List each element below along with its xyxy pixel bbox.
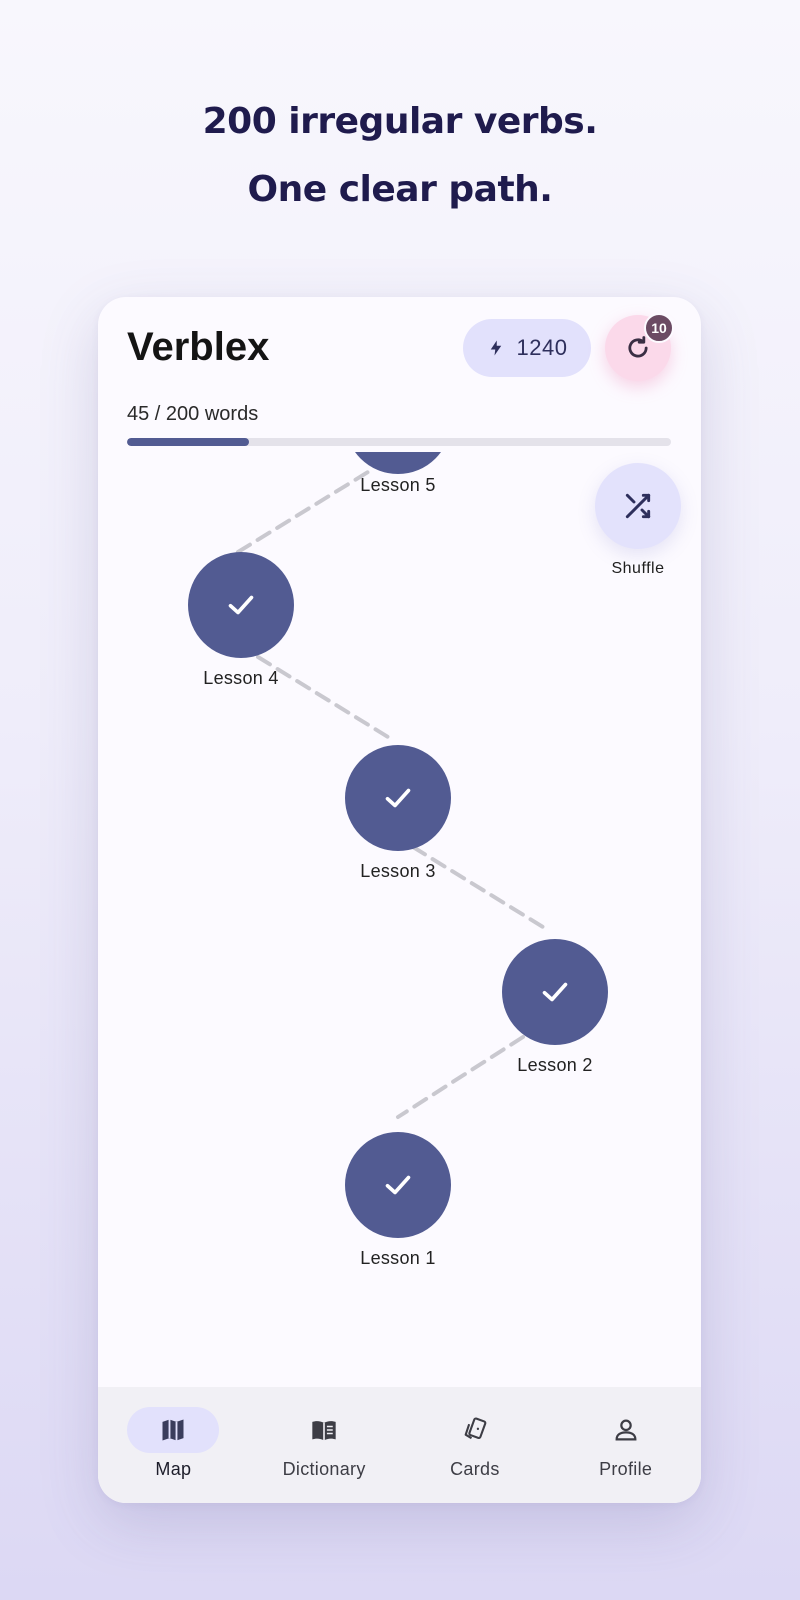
checkmark-icon	[542, 982, 568, 1002]
nav-label-dictionary: Dictionary	[282, 1459, 366, 1479]
shuffle-button[interactable]	[595, 463, 681, 549]
lesson-label-1: Lesson 1	[360, 1248, 436, 1268]
lesson-node-2[interactable]	[502, 939, 608, 1045]
nav-label-profile: Profile	[599, 1459, 653, 1479]
nav-label-map: Map	[155, 1459, 192, 1479]
progress-bar	[127, 438, 671, 446]
checkmark-icon	[385, 1175, 411, 1195]
lesson-label-4: Lesson 4	[203, 668, 279, 688]
app-title: Verblex	[127, 325, 270, 369]
book-icon	[312, 1421, 336, 1441]
lesson-node-3[interactable]	[345, 745, 451, 851]
xp-pill[interactable]: 1240	[463, 319, 591, 377]
headline: 200 irregular verbs. One clear path.	[0, 88, 800, 224]
nav-icon-container	[429, 1407, 521, 1453]
nav-icon-container	[580, 1407, 672, 1453]
nav-item-profile[interactable]: Profile	[550, 1387, 701, 1503]
map-icon	[162, 1419, 184, 1441]
checkmark-icon	[228, 595, 254, 615]
progress-label: 45 / 200 words	[127, 403, 259, 425]
cards-icon	[464, 1417, 487, 1440]
checkmark-icon	[385, 788, 411, 808]
bottom-nav: Map Dictionary Cards Profile	[98, 1387, 701, 1503]
person-icon	[615, 1419, 637, 1441]
xp-value: 1240	[516, 335, 568, 360]
phone-screen: Verblex 1240 10 45 / 200 words Lesson 5	[98, 297, 701, 1503]
progress-fill	[127, 438, 250, 446]
headline-line-2: One clear path.	[247, 169, 553, 210]
nav-item-cards[interactable]: Cards	[400, 1387, 551, 1503]
nav-item-dictionary[interactable]: Dictionary	[249, 1387, 400, 1503]
nav-icon-container	[127, 1407, 220, 1453]
lesson-node-1[interactable]	[345, 1132, 451, 1238]
lesson-label-3: Lesson 3	[360, 861, 436, 881]
nav-label-cards: Cards	[450, 1459, 500, 1479]
lesson-map: Lesson 5 Lesson 4 Lesson 3 Lesson 2 Less…	[98, 452, 701, 1362]
review-count-badge: 10	[644, 313, 674, 343]
shuffle-icon	[625, 493, 651, 519]
lesson-label-5: Lesson 5	[360, 475, 436, 495]
lesson-node-4[interactable]	[188, 552, 294, 658]
shuffle-label: Shuffle	[611, 560, 665, 577]
lightning-bolt-icon	[490, 340, 501, 356]
nav-item-map[interactable]: Map	[98, 1387, 249, 1503]
lesson-label-2: Lesson 2	[517, 1055, 593, 1075]
nav-icon-container	[278, 1407, 370, 1453]
headline-line-1: 200 irregular verbs.	[202, 101, 598, 142]
